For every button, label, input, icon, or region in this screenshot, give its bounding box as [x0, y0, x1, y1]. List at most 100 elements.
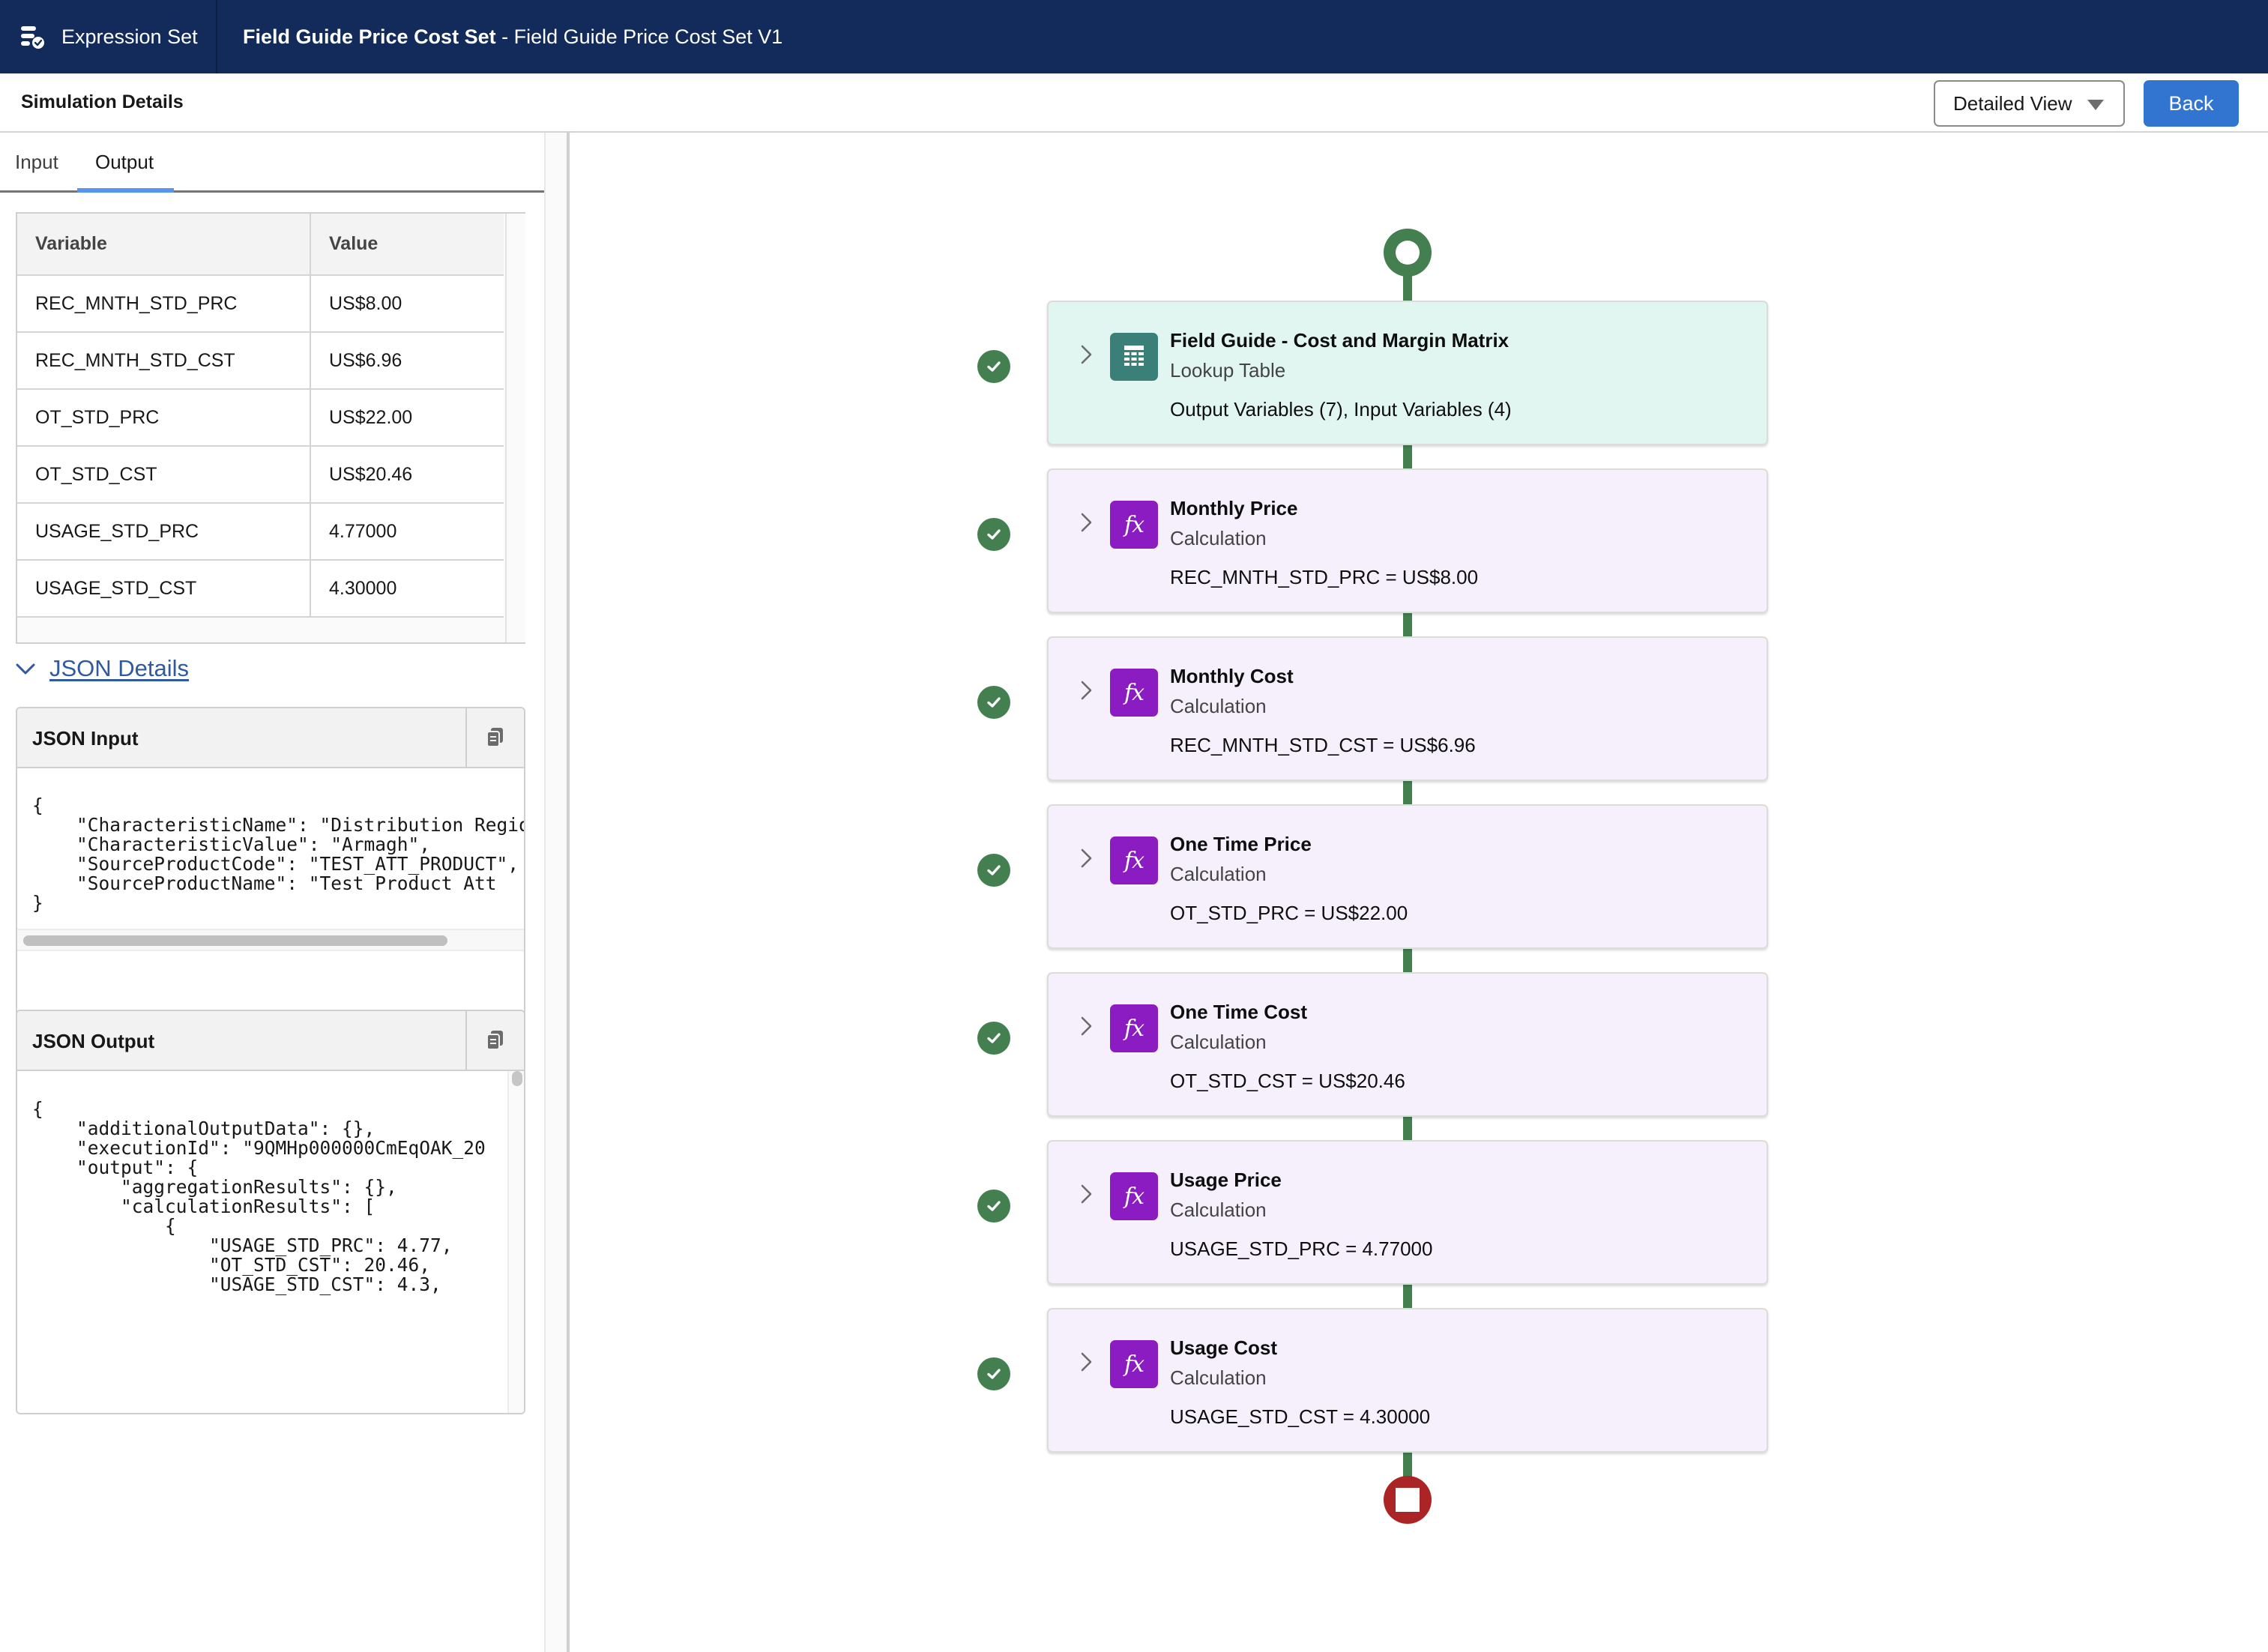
- success-check-icon: [977, 1022, 1010, 1055]
- table-row: REC_MNTH_STD_CST US$6.96: [17, 332, 504, 390]
- back-button[interactable]: Back: [2144, 80, 2239, 127]
- tab-input[interactable]: Input: [15, 151, 58, 174]
- record-separator: -: [495, 25, 514, 48]
- copy-json-input-button[interactable]: [465, 708, 524, 767]
- step-title: Monthly Cost: [1170, 665, 1294, 687]
- scrollbar-thumb[interactable]: [512, 1071, 522, 1086]
- app-name: Expression Set: [61, 25, 198, 48]
- flow-step-card[interactable]: fx Usage Cost Calculation USAGE_STD_CST …: [1047, 1308, 1768, 1453]
- json-input-title: JSON Input: [32, 727, 139, 750]
- variable-cell: USAGE_STD_CST: [17, 560, 311, 618]
- json-output-box: JSON Output { "additionalOutputData": {}…: [16, 1010, 525, 1414]
- step-detail: REC_MNTH_STD_CST = US$6.96: [1170, 734, 1476, 756]
- success-check-icon: [977, 350, 1010, 383]
- step-detail: USAGE_STD_PRC = 4.77000: [1170, 1238, 1433, 1260]
- tab-bar: Input Output: [0, 133, 544, 193]
- copy-icon: [486, 728, 503, 747]
- value-cell: US$20.46: [310, 446, 504, 504]
- success-check-icon: [977, 1190, 1010, 1223]
- table-row: OT_STD_CST US$20.46: [17, 446, 504, 504]
- flow-step-card[interactable]: fx Usage Price Calculation USAGE_STD_PRC…: [1047, 1140, 1768, 1285]
- table-row: REC_MNTH_STD_PRC US$8.00: [17, 275, 504, 333]
- active-tab-indicator: [77, 188, 174, 193]
- chevron-right-icon[interactable]: [1080, 512, 1094, 533]
- table-row: USAGE_STD_CST 4.30000: [17, 560, 504, 618]
- fx-glyph: fx: [1124, 1015, 1144, 1042]
- flow-step-card[interactable]: fx One Time Price Calculation OT_STD_PRC…: [1047, 804, 1768, 949]
- column-header-value[interactable]: Value: [310, 214, 504, 276]
- page-title: Simulation Details: [21, 91, 184, 112]
- value-cell: 4.30000: [310, 560, 504, 618]
- step-detail: OT_STD_PRC = US$22.00: [1170, 902, 1408, 924]
- flow-step-card[interactable]: fx Monthly Price Calculation REC_MNTH_ST…: [1047, 468, 1768, 613]
- value-cell: US$6.96: [310, 332, 504, 390]
- fx-icon: fx: [1110, 1340, 1158, 1388]
- flow-end-node: [1384, 1476, 1432, 1524]
- tab-output[interactable]: Output: [95, 151, 154, 174]
- fx-icon: fx: [1110, 1172, 1158, 1220]
- app-name-area: Expression Set: [0, 0, 217, 73]
- json-details-toggle[interactable]: JSON Details: [15, 655, 189, 682]
- chevron-right-icon[interactable]: [1080, 1184, 1094, 1205]
- chevron-right-icon[interactable]: [1080, 680, 1094, 701]
- json-input-content[interactable]: { "CharacteristicName": "Distribution Re…: [32, 796, 524, 913]
- success-check-icon: [977, 854, 1010, 887]
- step-type: Calculation: [1170, 1366, 1267, 1389]
- step-title: Monthly Price: [1170, 497, 1298, 519]
- fx-glyph: fx: [1124, 511, 1144, 538]
- variable-cell: OT_STD_CST: [17, 446, 311, 504]
- variable-cell: REC_MNTH_STD_CST: [17, 332, 311, 390]
- step-type: Calculation: [1170, 1199, 1267, 1221]
- output-variables-table-container: Variable Value REC_MNTH_STD_PRC US$8.00 …: [16, 212, 525, 644]
- json-output-header: JSON Output: [17, 1011, 524, 1071]
- chevron-right-icon[interactable]: [1080, 848, 1094, 869]
- fx-icon: fx: [1110, 501, 1158, 549]
- chevron-right-icon[interactable]: [1080, 1016, 1094, 1037]
- copy-json-output-button[interactable]: [465, 1011, 524, 1070]
- json-details-link[interactable]: JSON Details: [49, 655, 189, 682]
- variable-cell: REC_MNTH_STD_PRC: [17, 275, 311, 333]
- chevron-right-icon[interactable]: [1080, 1351, 1094, 1372]
- expression-set-icon: [19, 24, 45, 49]
- step-detail: REC_MNTH_STD_PRC = US$8.00: [1170, 566, 1479, 588]
- chevron-right-icon[interactable]: [1080, 344, 1094, 365]
- chevron-down-icon: [16, 663, 35, 675]
- table-header-row: Variable Value: [17, 214, 504, 276]
- step-detail: USAGE_STD_CST = 4.30000: [1170, 1405, 1431, 1428]
- fx-icon: fx: [1110, 1004, 1158, 1052]
- record-version: Field Guide Price Cost Set V1: [513, 25, 783, 48]
- table-row: USAGE_STD_PRC 4.77000: [17, 503, 504, 561]
- flow-step-card[interactable]: fx Monthly Cost Calculation REC_MNTH_STD…: [1047, 636, 1768, 781]
- scrollbar-thumb[interactable]: [23, 935, 447, 946]
- flow-step-card[interactable]: fx One Time Cost Calculation OT_STD_CST …: [1047, 972, 1768, 1117]
- app-header: Expression Set Field Guide Price Cost Se…: [0, 0, 2268, 73]
- fx-glyph: fx: [1124, 1351, 1144, 1378]
- column-header-variable[interactable]: Variable: [17, 214, 311, 276]
- step-title: Field Guide - Cost and Margin Matrix: [1170, 329, 1510, 352]
- json-output-content[interactable]: { "additionalOutputData": {}, "execution…: [32, 1100, 510, 1353]
- step-type: Calculation: [1170, 695, 1267, 717]
- view-mode-select[interactable]: Detailed View: [1934, 80, 2125, 127]
- record-name: Field Guide Price Cost Set: [243, 25, 496, 48]
- table-vertical-scrollbar[interactable]: [505, 214, 525, 642]
- success-check-icon: [977, 686, 1010, 719]
- json-input-header: JSON Input: [17, 708, 524, 768]
- step-type: Calculation: [1170, 1031, 1267, 1053]
- caret-down-icon: [2087, 100, 2104, 110]
- success-check-icon: [977, 1357, 1010, 1390]
- variable-cell: USAGE_STD_PRC: [17, 503, 311, 561]
- sub-header: Simulation Details Detailed View Back: [0, 73, 2268, 133]
- lookup-table-icon: [1110, 333, 1158, 381]
- json-output-title: JSON Output: [32, 1030, 155, 1052]
- step-detail: Output Variables (7), Input Variables (4…: [1170, 398, 1512, 420]
- json-input-horizontal-scrollbar[interactable]: [17, 929, 524, 951]
- variable-cell: OT_STD_PRC: [17, 389, 311, 447]
- fx-glyph: fx: [1124, 679, 1144, 706]
- step-title: Usage Cost: [1170, 1336, 1278, 1359]
- panel-resize-gutter[interactable]: [544, 133, 567, 1652]
- json-output-vertical-scrollbar[interactable]: [507, 1071, 524, 1413]
- step-type: Calculation: [1170, 863, 1267, 885]
- flow-step-card[interactable]: Field Guide - Cost and Margin Matrix Loo…: [1047, 301, 1768, 445]
- fx-glyph: fx: [1124, 1183, 1144, 1210]
- step-type: Lookup Table: [1170, 359, 1286, 382]
